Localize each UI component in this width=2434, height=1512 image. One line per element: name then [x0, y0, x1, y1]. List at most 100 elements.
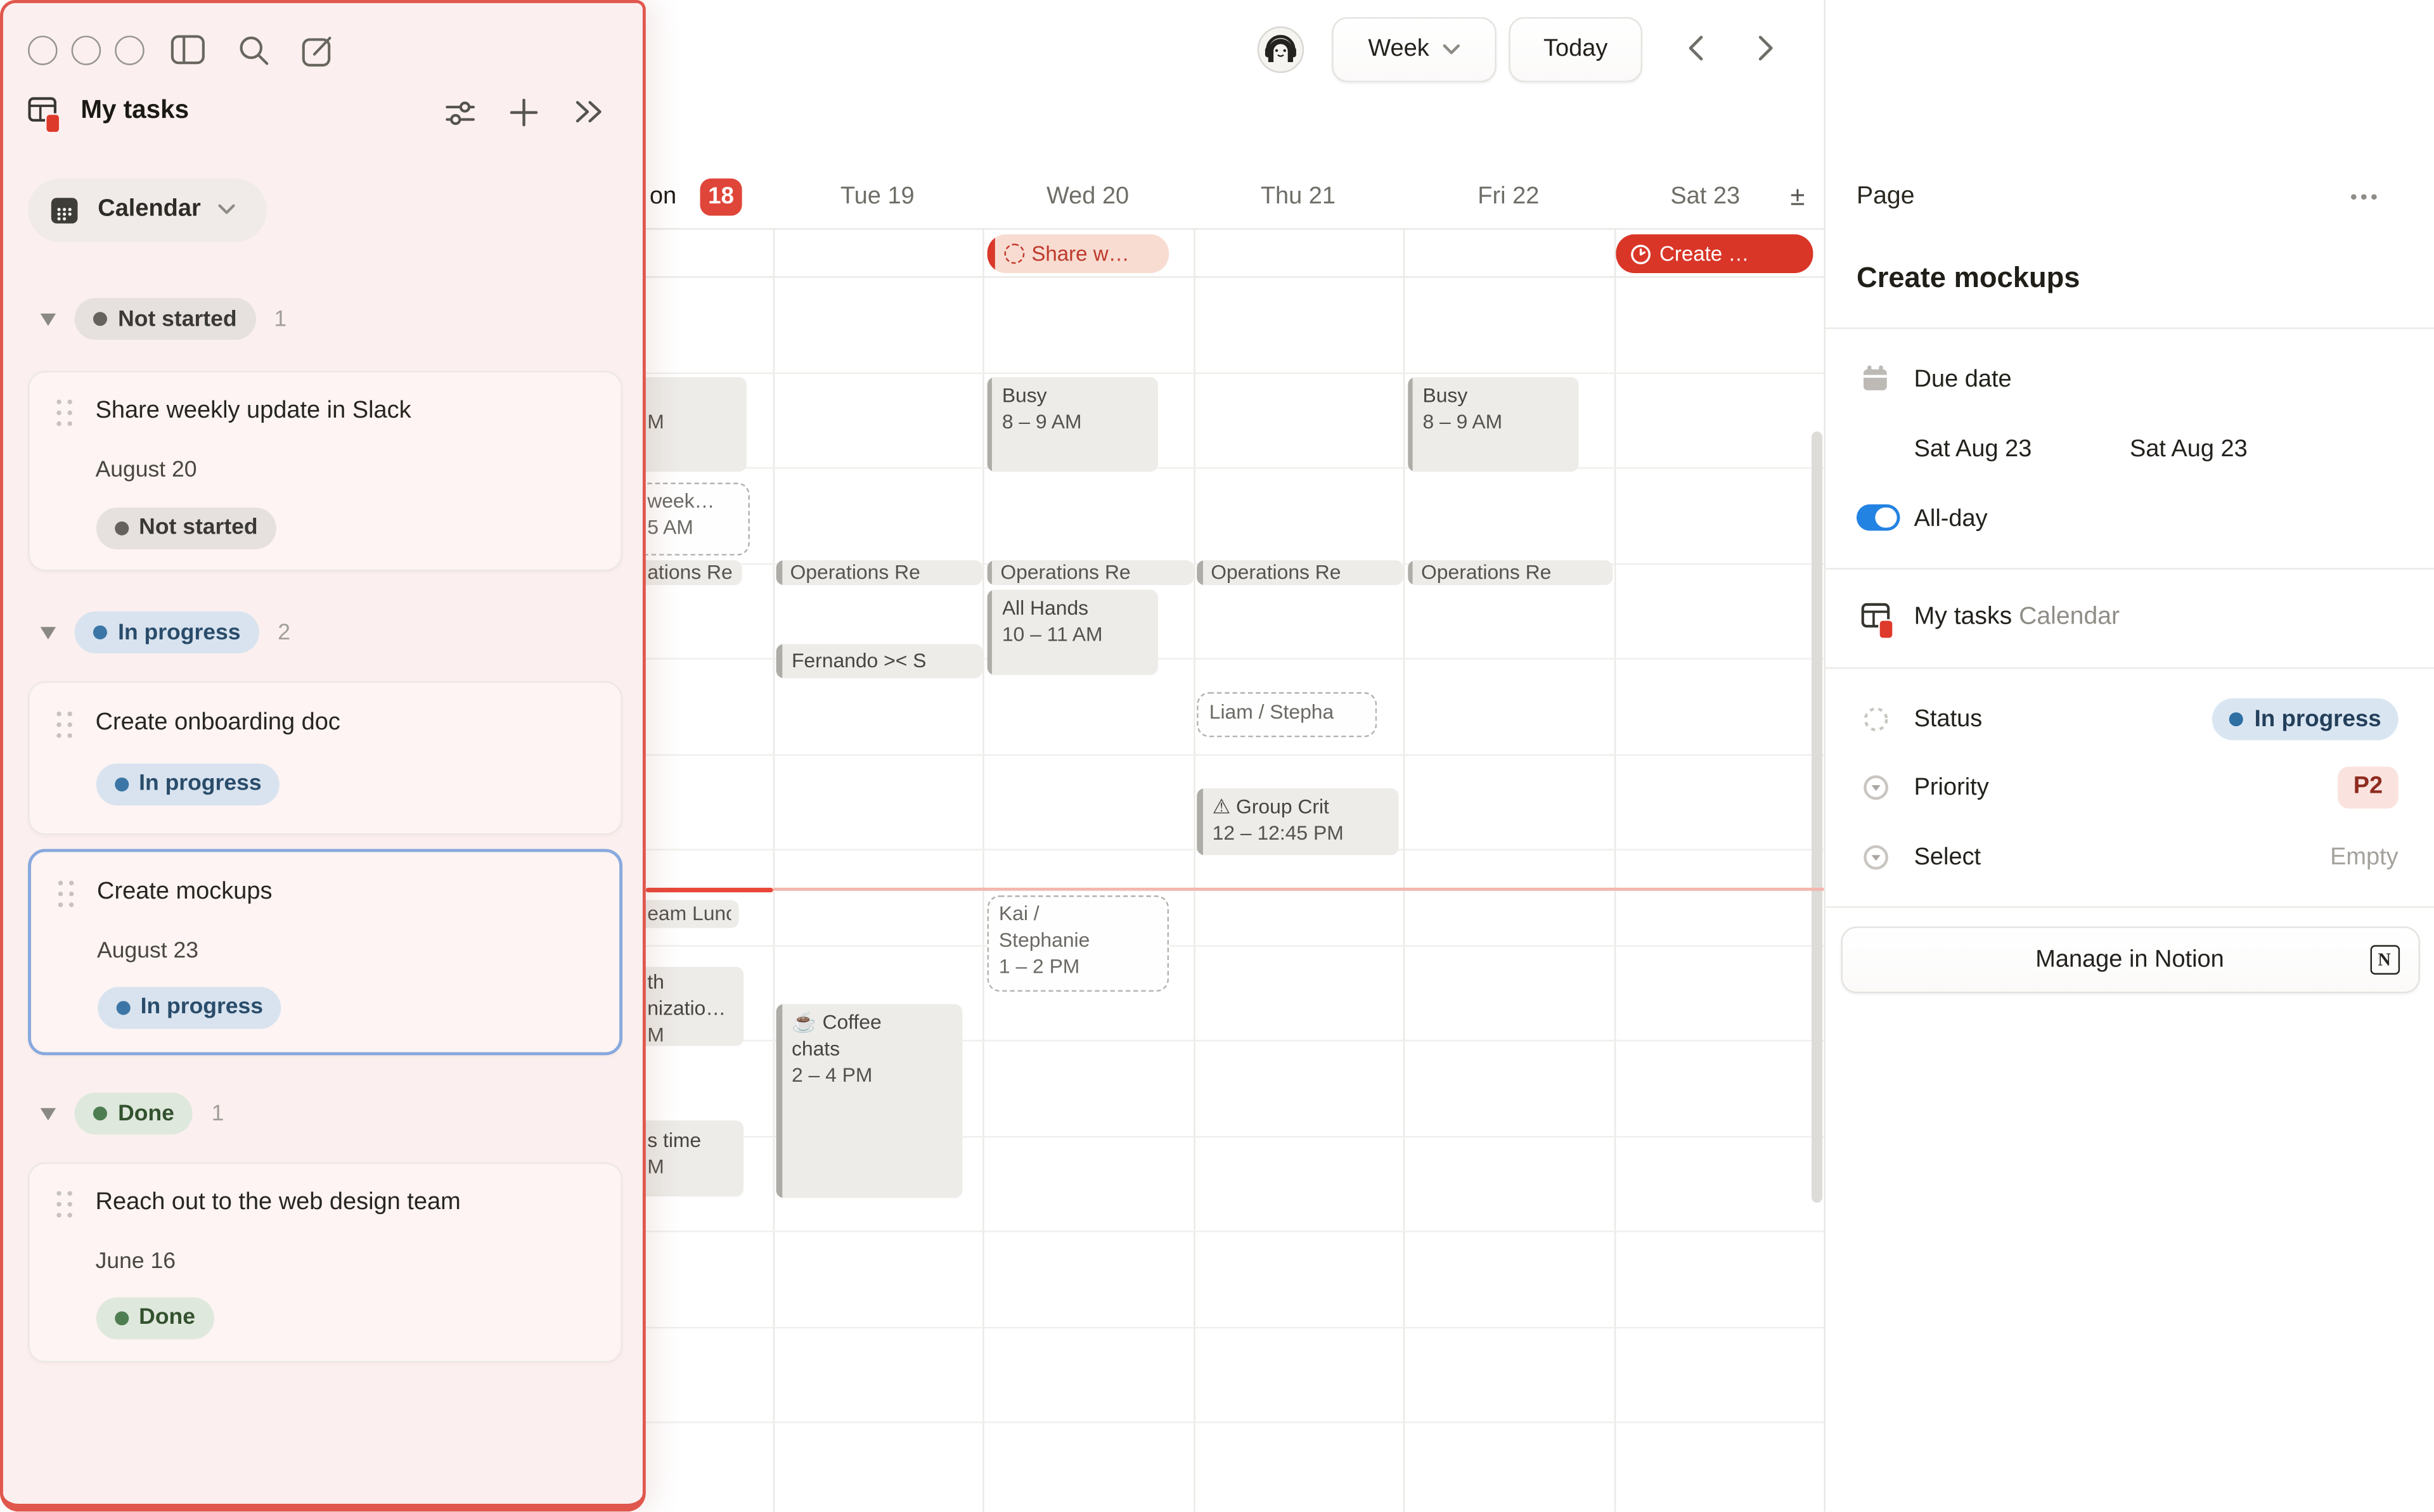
group-count: 1 [274, 307, 287, 331]
event[interactable]: eam Lunc [640, 900, 739, 928]
task-card-onboarding-doc[interactable]: Create onboarding doc In progress [27, 681, 622, 835]
event[interactable]: s time M [640, 1120, 744, 1196]
status-dot [114, 521, 128, 535]
disclosure-triangle-icon[interactable] [41, 626, 56, 639]
prev-week-chevron-icon[interactable] [1684, 34, 1709, 62]
status-label: Status [1914, 706, 1983, 734]
status-dot [93, 1106, 107, 1120]
panel-header: Page [1857, 183, 1915, 211]
priority-value-badge[interactable]: P2 [2338, 766, 2398, 808]
disclosure-triangle-icon[interactable] [41, 312, 56, 325]
panel-section-divider [1824, 328, 2434, 329]
calendar-scrollbar[interactable] [1811, 432, 1822, 1203]
next-week-chevron-icon[interactable] [1753, 34, 1777, 62]
event[interactable]: Busy 8 – 9 AM [986, 377, 1157, 471]
event[interactable]: Operations Re [1407, 560, 1613, 585]
event[interactable]: ☕ Coffee chats 2 – 4 PM [776, 1004, 962, 1198]
event[interactable]: Liam / Stepha [1197, 692, 1377, 737]
compose-icon[interactable] [300, 34, 335, 68]
status-dot [2230, 712, 2244, 726]
task-title: Share weekly update in Slack [96, 397, 411, 425]
collapse-sidebar-chevrons-icon[interactable] [573, 98, 605, 125]
view-selector-button[interactable]: Week [1332, 17, 1497, 82]
due-date-label: Due date [1914, 366, 2012, 394]
view-dropdown[interactable]: Calendar [28, 177, 267, 242]
all-day-label: All-day [1914, 505, 1988, 533]
window-zoom-button[interactable] [114, 35, 144, 65]
task-card-web-design-team[interactable]: Reach out to the web design team June 16… [27, 1162, 622, 1362]
day-header-wed: Wed 20 [982, 183, 1193, 211]
drag-handle-icon[interactable] [53, 1187, 74, 1221]
calendar-reference[interactable]: My tasks Calendar [1914, 604, 2120, 632]
hour-line [644, 1421, 1824, 1423]
day-header-tue: Tue 19 [772, 183, 982, 211]
view-selector-label: Week [1368, 35, 1429, 63]
group-label: In progress [118, 620, 240, 644]
all-day-toggle[interactable] [1857, 504, 1899, 531]
event[interactable]: Operations Re [776, 560, 981, 585]
event[interactable]: Kai / Stephanie 1 – 2 PM [986, 895, 1168, 992]
manage-in-notion-button[interactable]: Manage in Notion N [1840, 926, 2419, 993]
status-dot [93, 625, 107, 639]
calendar-icon [49, 195, 79, 225]
event[interactable]: Operations Re [986, 560, 1193, 585]
filter-settings-icon[interactable] [446, 99, 475, 127]
task-card-create-mockups[interactable]: Create mockups August 23 In progress [27, 849, 622, 1056]
event-title: Create … [1659, 242, 1749, 266]
event[interactable]: M [640, 377, 747, 471]
drag-handle-icon[interactable] [53, 395, 74, 430]
event[interactable]: Busy 8 – 9 AM [1407, 377, 1578, 471]
screen: Week Today on 18 Tue 19 Wed 20 Thu 21 Fr… [0, 0, 2434, 1512]
group-header-done[interactable]: Done 1 [41, 1092, 224, 1134]
current-time-line-bold [645, 887, 773, 892]
task-card-share-weekly[interactable]: Share weekly update in Slack August 20 N… [27, 371, 622, 571]
event-color-bar [986, 589, 992, 674]
task-status-badge[interactable]: In progress [96, 764, 280, 805]
avatar[interactable] [1258, 27, 1304, 73]
event[interactable]: Fernando >< S [776, 643, 981, 677]
event[interactable]: ations Re [640, 560, 742, 585]
chevron-down-icon [1441, 44, 1460, 56]
drag-handle-icon[interactable] [55, 877, 75, 911]
task-status-badge[interactable]: In progress [97, 987, 281, 1028]
grid-vline [1614, 228, 1615, 1511]
panel-divider [1824, 0, 1826, 1511]
status-dot [115, 1001, 129, 1015]
day-header-fri: Fri 22 [1403, 183, 1614, 211]
disclosure-triangle-icon[interactable] [41, 1107, 56, 1120]
allday-event-share-weekly[interactable]: Share w… [986, 234, 1168, 273]
status-dot [114, 777, 128, 791]
today-button[interactable]: Today [1509, 17, 1642, 82]
task-status-badge[interactable]: Not started [96, 508, 276, 549]
chevron-down-icon [218, 203, 236, 216]
more-options-icon[interactable]: ••• [2350, 184, 2381, 208]
drag-handle-icon[interactable] [53, 708, 74, 742]
search-icon[interactable] [238, 34, 270, 67]
select-value[interactable]: Empty [2330, 843, 2399, 871]
task-title: Reach out to the web design team [96, 1189, 461, 1217]
event[interactable]: ⚠ Group Crit 12 – 12:45 PM [1197, 788, 1398, 855]
group-header-not-started[interactable]: Not started 1 [41, 298, 287, 340]
window-minimize-button[interactable] [70, 35, 100, 65]
event-color-bar [1407, 560, 1413, 585]
event[interactable]: All Hands 10 – 11 AM [986, 589, 1157, 674]
task-date: June 16 [96, 1249, 176, 1274]
due-date-start[interactable]: Sat Aug 23 [1914, 436, 2032, 464]
task-date: August 20 [96, 458, 197, 482]
task-status-badge[interactable]: Done [96, 1297, 214, 1338]
sidebar-toggle-icon[interactable] [171, 34, 206, 65]
window-close-button[interactable] [27, 35, 57, 65]
event[interactable]: week… 5 AM [627, 483, 749, 556]
event[interactable]: Operations Re [1197, 560, 1402, 585]
group-count: 2 [278, 620, 290, 644]
due-date-end[interactable]: Sat Aug 23 [2130, 436, 2248, 464]
my-tasks-sidebar: My tasks Cale [0, 0, 645, 1511]
add-timezone-icon[interactable]: ± [1779, 183, 1817, 211]
toggle-knob [1875, 507, 1896, 528]
page-title[interactable]: Create mockups [1857, 260, 2080, 295]
add-task-icon[interactable] [509, 97, 539, 127]
event[interactable]: th nizatio… M [640, 967, 744, 1046]
allday-event-create-mockups[interactable]: Create … [1616, 234, 1813, 273]
status-value-pill[interactable]: In progress [2213, 698, 2399, 740]
group-header-in-progress[interactable]: In progress 2 [41, 612, 290, 653]
